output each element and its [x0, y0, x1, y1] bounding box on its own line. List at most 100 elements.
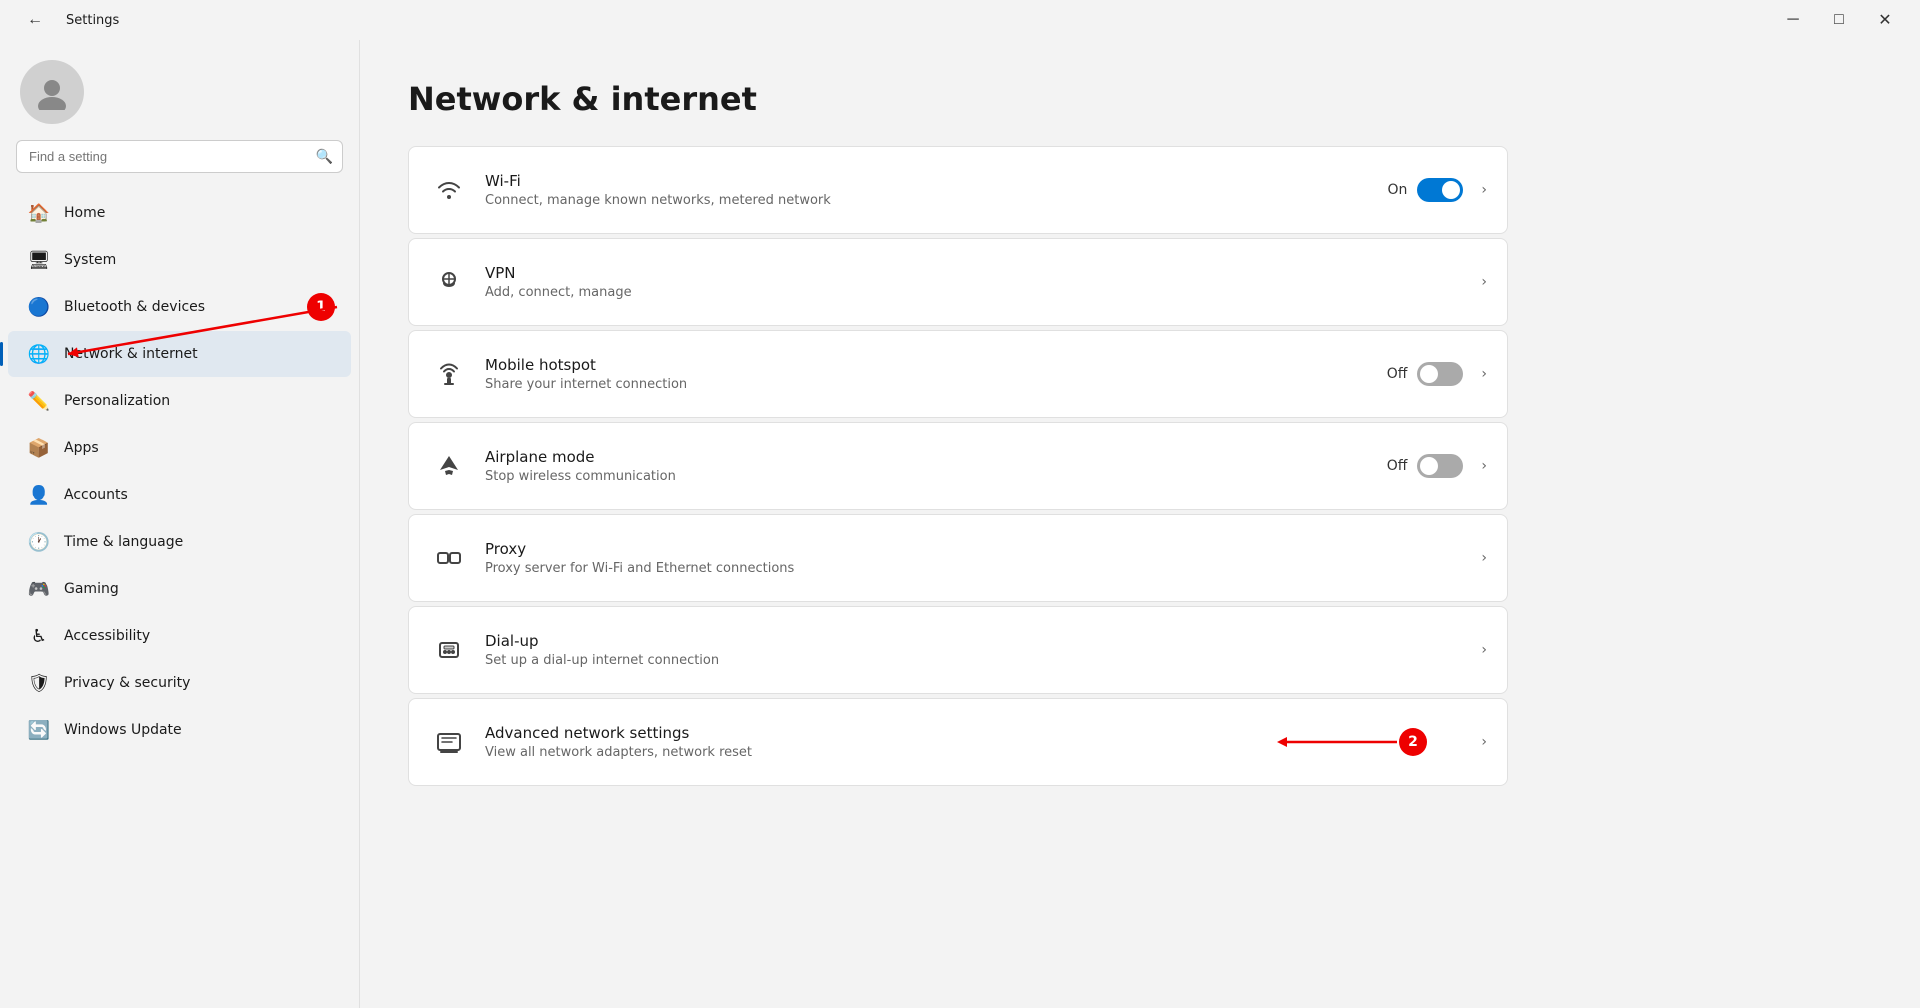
time-icon: 🕐 — [28, 531, 50, 553]
sidebar-item-accounts[interactable]: 👤 Accounts — [8, 472, 351, 518]
card-text-wifi: Wi-Fi Connect, manage known networks, met… — [485, 172, 1387, 208]
card-text-airplane: Airplane mode Stop wireless communication — [485, 448, 1387, 484]
card-subtitle-vpn: Add, connect, manage — [485, 285, 1473, 300]
search-icon: 🔍 — [316, 149, 333, 165]
sidebar-item-label-system: System — [64, 252, 331, 268]
sidebar-item-label-time: Time & language — [64, 534, 331, 550]
toggle-wifi[interactable] — [1417, 178, 1463, 202]
card-text-dialup: Dial-up Set up a dial-up internet connect… — [485, 632, 1473, 668]
card-text-proxy: Proxy Proxy server for Wi-Fi and Ethernet… — [485, 540, 1473, 576]
gaming-icon: 🎮 — [28, 578, 50, 600]
page-title: Network & internet — [408, 80, 1872, 118]
sidebar-item-home[interactable]: 🏠Home — [8, 190, 351, 236]
search-box[interactable]: 🔍 — [16, 140, 343, 173]
sidebar-item-label-accessibility: Accessibility — [64, 628, 331, 644]
back-button[interactable]: ← — [12, 4, 58, 36]
card-right-hotspot: Off › — [1387, 362, 1487, 386]
sidebar-item-label-network: Network & internet — [64, 346, 331, 362]
sidebar-item-bluetooth[interactable]: 🔵Bluetooth & devices1 — [8, 284, 351, 330]
wifi-icon — [429, 170, 469, 210]
card-title-dialup: Dial-up — [485, 632, 1473, 650]
card-title-airplane: Airplane mode — [485, 448, 1387, 466]
chevron-airplane: › — [1481, 458, 1487, 474]
close-button[interactable]: ✕ — [1862, 4, 1908, 36]
card-subtitle-dialup: Set up a dial-up internet connection — [485, 653, 1473, 668]
sidebar-item-privacy[interactable]: 🛡Privacy & security — [8, 660, 351, 706]
card-subtitle-wifi: Connect, manage known networks, metered … — [485, 193, 1387, 208]
proxy-icon — [429, 538, 469, 578]
chevron-wifi: › — [1481, 182, 1487, 198]
sidebar-item-network[interactable]: 🌐 Network & internet — [8, 331, 351, 377]
hotspot-icon — [429, 354, 469, 394]
sidebar-item-label-accounts: Accounts — [64, 487, 331, 503]
card-subtitle-airplane: Stop wireless communication — [485, 469, 1387, 484]
network-icon: 🌐 — [28, 343, 50, 365]
accounts-icon: 👤 — [28, 484, 50, 506]
window-content: 🔍 🏠Home🖥System🔵Bluetooth & devices1🌐Netw… — [0, 40, 1920, 1008]
advanced-icon — [429, 722, 469, 762]
sidebar-item-accessibility[interactable]: ♿ Accessibility — [8, 613, 351, 659]
app-title: Settings — [66, 13, 119, 28]
settings-card-hotspot[interactable]: Mobile hotspot Share your internet connec… — [408, 330, 1508, 418]
privacy-icon: 🛡 — [28, 672, 50, 694]
card-right-proxy: › — [1473, 550, 1487, 566]
update-icon: 🔄 — [28, 719, 50, 741]
search-input[interactable] — [16, 140, 343, 173]
sidebar: 🔍 🏠Home🖥System🔵Bluetooth & devices1🌐Netw… — [0, 40, 360, 1008]
avatar[interactable] — [20, 60, 84, 124]
sidebar-item-label-bluetooth: Bluetooth & devices — [64, 299, 331, 315]
settings-card-airplane[interactable]: Airplane mode Stop wireless communication… — [408, 422, 1508, 510]
sidebar-nav: 🏠Home🖥System🔵Bluetooth & devices1🌐Networ… — [0, 189, 359, 1008]
main-content: Network & internet Wi-Fi Connect, manage … — [360, 40, 1920, 1008]
chevron-vpn: › — [1481, 274, 1487, 290]
sidebar-item-label-gaming: Gaming — [64, 581, 331, 597]
settings-card-vpn[interactable]: VPN Add, connect, manage › — [408, 238, 1508, 326]
toggle-label-hotspot: Off — [1387, 366, 1408, 382]
card-title-proxy: Proxy — [485, 540, 1473, 558]
card-right-vpn: › — [1473, 274, 1487, 290]
card-subtitle-hotspot: Share your internet connection — [485, 377, 1387, 392]
window-controls: ─ □ ✕ — [1770, 4, 1908, 36]
annotation-arrow-2 — [1277, 732, 1397, 752]
chevron-dialup: › — [1481, 642, 1487, 658]
settings-card-dialup[interactable]: Dial-up Set up a dial-up internet connect… — [408, 606, 1508, 694]
settings-card-proxy[interactable]: Proxy Proxy server for Wi-Fi and Ethernet… — [408, 514, 1508, 602]
sidebar-item-apps[interactable]: 📦 Apps — [8, 425, 351, 471]
airplane-icon — [429, 446, 469, 486]
maximize-button[interactable]: □ — [1816, 4, 1862, 36]
sidebar-item-update[interactable]: 🔄 Windows Update — [8, 707, 351, 753]
sidebar-item-personalization[interactable]: ✏️ Personalization — [8, 378, 351, 424]
minimize-button[interactable]: ─ — [1770, 4, 1816, 36]
toggle-hotspot[interactable] — [1417, 362, 1463, 386]
sidebar-item-time[interactable]: 🕐 Time & language — [8, 519, 351, 565]
personalization-icon: ✏️ — [28, 390, 50, 412]
bluetooth-icon: 🔵 — [28, 296, 50, 318]
toggle-label-airplane: Off — [1387, 458, 1408, 474]
sidebar-item-label-update: Windows Update — [64, 722, 331, 738]
sidebar-item-label-home: Home — [64, 205, 331, 221]
sidebar-item-gaming[interactable]: 🎮 Gaming — [8, 566, 351, 612]
dialup-icon — [429, 630, 469, 670]
settings-list: Wi-Fi Connect, manage known networks, met… — [408, 146, 1508, 786]
card-text-hotspot: Mobile hotspot Share your internet connec… — [485, 356, 1387, 392]
settings-card-wifi[interactable]: Wi-Fi Connect, manage known networks, met… — [408, 146, 1508, 234]
card-title-hotspot: Mobile hotspot — [485, 356, 1387, 374]
sidebar-item-label-personalization: Personalization — [64, 393, 331, 409]
chevron-hotspot: › — [1481, 366, 1487, 382]
card-right-dialup: › — [1473, 642, 1487, 658]
card-title-vpn: VPN — [485, 264, 1473, 282]
accessibility-icon: ♿ — [28, 625, 50, 647]
settings-card-advanced[interactable]: Advanced network settingsView all networ… — [408, 698, 1508, 786]
title-bar-left: ← Settings — [12, 4, 119, 36]
sidebar-item-label-apps: Apps — [64, 440, 331, 456]
apps-icon: 📦 — [28, 437, 50, 459]
card-right-advanced: › — [1473, 734, 1487, 750]
card-title-wifi: Wi-Fi — [485, 172, 1387, 190]
toggle-airplane[interactable] — [1417, 454, 1463, 478]
toggle-label-wifi: On — [1387, 182, 1407, 198]
card-text-vpn: VPN Add, connect, manage — [485, 264, 1473, 300]
sidebar-item-system[interactable]: 🖥 System — [8, 237, 351, 283]
card-right-airplane: Off › — [1387, 454, 1487, 478]
system-icon: 🖥 — [28, 249, 50, 271]
card-subtitle-proxy: Proxy server for Wi-Fi and Ethernet conn… — [485, 561, 1473, 576]
